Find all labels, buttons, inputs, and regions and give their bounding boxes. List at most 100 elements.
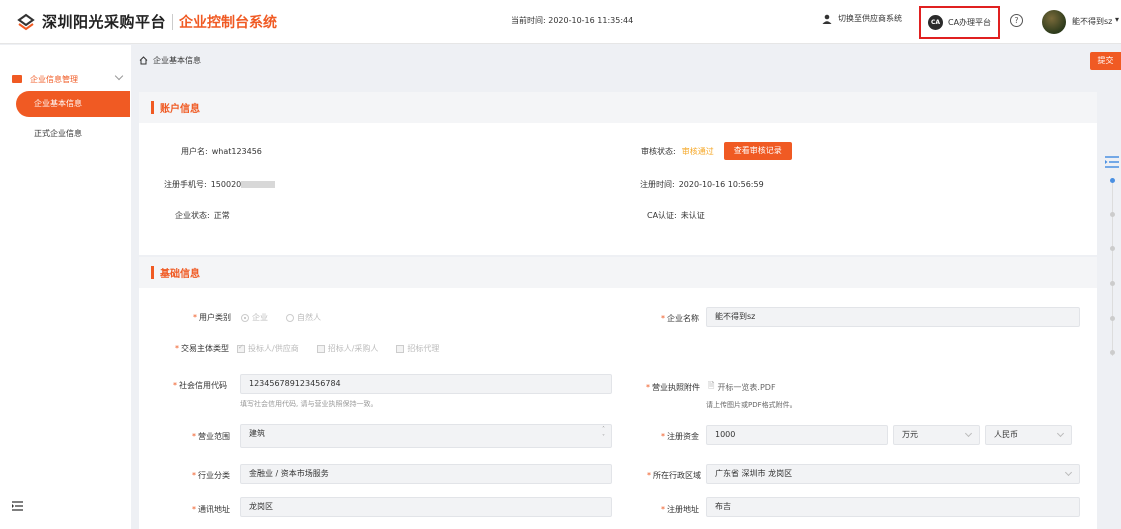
license-field: * 营业执照附件 🗎 开标一览表.PDF <box>646 380 776 394</box>
credit-code-label-wrap: * 社会信用代码 <box>173 380 227 391</box>
phone-label: 注册手机号: <box>164 180 207 189</box>
ca-icon: CA <box>928 15 943 30</box>
trade-type-label: 交易主体类型 <box>181 344 229 353</box>
navigator-dot[interactable] <box>1110 246 1115 251</box>
company-name-input[interactable]: 能不得到sz <box>706 307 1080 327</box>
reg-time-field: 注册时间: 2020-10-16 10:56:59 <box>640 179 764 190</box>
help-icon[interactable]: ? <box>1010 14 1023 27</box>
account-info-header: 账户信息 <box>139 92 1097 123</box>
industry-select[interactable]: 金融业 / 资本市场服务 <box>240 464 612 484</box>
chevron-down-icon <box>964 429 973 438</box>
trade-type-option-purchaser[interactable]: 招标人/采购人 <box>316 343 397 354</box>
avatar[interactable] <box>1042 10 1066 34</box>
capital-unit-select[interactable]: 万元 <box>893 425 980 445</box>
radio-icon <box>286 313 294 322</box>
scope-value: 建筑 <box>249 429 265 438</box>
submit-button[interactable]: 提交 <box>1090 52 1121 70</box>
region-value: 广东省 深圳市 龙岗区 <box>715 469 793 478</box>
capital-input[interactable]: 1000 <box>706 425 888 445</box>
user-type-option-company[interactable]: 企业 <box>241 312 286 323</box>
navigator-dot[interactable] <box>1110 178 1115 183</box>
navigator-dot[interactable] <box>1110 316 1115 321</box>
license-hint: 请上传图片或PDF格式附件。 <box>706 401 797 409</box>
chevron-down-icon <box>114 71 124 81</box>
ca-platform-label: CA办理平台 <box>948 18 992 27</box>
section-marker <box>151 101 154 114</box>
collapse-menu-icon[interactable] <box>12 501 23 511</box>
section-title: 基础信息 <box>160 269 200 280</box>
username-field: 用户名: what123456 <box>181 146 262 157</box>
scope-textarea[interactable]: 建筑 ˄ ˅ <box>240 424 612 448</box>
folder-icon <box>12 75 22 83</box>
trade-type-option-supplier[interactable]: 投标人/供应商 <box>237 343 317 354</box>
sidebar-item-basic-info[interactable]: 企业基本信息 <box>16 91 130 117</box>
sidebar-group-company-info[interactable]: 企业信息管理 <box>12 71 128 87</box>
logo-icon <box>17 13 35 30</box>
company-name-label-wrap: * 企业名称 <box>661 313 699 324</box>
region-select[interactable]: 广东省 深圳市 龙岗区 <box>706 464 1080 484</box>
reg-time-label: 注册时间: <box>640 180 675 189</box>
navigator-dot[interactable] <box>1110 212 1115 217</box>
switch-system-label: 切换至供应商系统 <box>838 14 902 23</box>
current-time: 当前时间: 2020-10-16 11:35:44 <box>511 16 634 25</box>
user-type-option-person[interactable]: 自然人 <box>286 312 339 323</box>
breadcrumb-current: 企业基本信息 <box>153 56 201 65</box>
chevron-down-icon <box>1056 429 1065 438</box>
region-label-wrap: * 所在行政区域 <box>647 470 701 481</box>
credit-code-input[interactable]: 123456789123456784 <box>240 374 612 394</box>
checkbox-icon <box>396 344 405 353</box>
audit-status-label: 审核状态: <box>641 146 676 156</box>
account-info-card: 账户信息 <box>139 92 1097 255</box>
user-icon <box>822 14 832 24</box>
logo: 深圳阳光采购平台 企业控制台系统 <box>16 11 277 32</box>
trade-type-option-agent[interactable]: 招标代理 <box>396 343 457 354</box>
home-icon[interactable] <box>139 56 148 65</box>
ca-platform-button[interactable]: CA CA办理平台 <box>919 6 1000 39</box>
file-icon: 🗎 <box>708 381 715 390</box>
required-mark: * <box>647 471 651 480</box>
user-type-field: * 用户类别 企业 自然人 <box>193 312 339 323</box>
reg-address-label-wrap: * 注册地址 <box>661 504 699 515</box>
navigator-track <box>1112 180 1113 356</box>
navigator-dot[interactable] <box>1110 281 1115 286</box>
username[interactable]: 能不得到sz <box>1072 16 1112 27</box>
sidebar-group-label: 企业信息管理 <box>30 74 78 84</box>
chevron-down-icon <box>1064 468 1073 477</box>
scroll-arrows-icon[interactable]: ˄ ˅ <box>602 426 605 442</box>
audit-status-value: 审核通过 <box>681 146 714 156</box>
reg-address-input[interactable]: 布吉 <box>706 497 1080 517</box>
sidebar-item-formal-info[interactable]: 正式企业信息 <box>34 128 82 139</box>
currency-select[interactable]: 人民币 <box>985 425 1072 445</box>
required-mark: * <box>193 313 197 322</box>
required-mark: * <box>192 471 196 480</box>
navigator-dot[interactable] <box>1110 350 1115 355</box>
switch-system-link[interactable]: 切换至供应商系统 <box>822 13 902 24</box>
credit-code-label: 社会信用代码 <box>179 381 227 390</box>
required-mark: * <box>173 381 177 390</box>
company-name-label: 企业名称 <box>667 314 699 323</box>
brand-name: 深圳阳光采购平台 <box>42 13 167 31</box>
view-audit-records-button[interactable]: 查看审核记录 <box>723 142 792 160</box>
top-bar: 深圳阳光采购平台 企业控制台系统 当前时间: 2020-10-16 11:35:… <box>0 0 1121 44</box>
required-mark: * <box>175 344 179 353</box>
user-type-label: 用户类别 <box>199 313 231 322</box>
section-title: 账户信息 <box>160 104 200 115</box>
address-label: 通讯地址 <box>198 505 230 514</box>
breadcrumb: 企业基本信息 <box>139 55 201 66</box>
credit-code-hint: 填写社会信用代码, 请与营业执照保持一致。 <box>240 400 378 408</box>
ca-cert-field: CA认证: 未认证 <box>647 210 705 221</box>
system-name: 企业控制台系统 <box>179 14 278 31</box>
phone-mask <box>241 181 276 188</box>
trade-type-field: * 交易主体类型 投标人/供应商 招标人/采购人 招标代理 <box>175 343 457 354</box>
caret-down-icon[interactable]: ▾ <box>1115 15 1119 24</box>
address-input[interactable]: 龙岗区 <box>240 497 612 517</box>
license-file-link[interactable]: 开标一览表.PDF <box>717 382 775 393</box>
section-navigator <box>1100 152 1121 362</box>
company-status-label: 企业状态: <box>175 211 210 220</box>
username-value: what123456 <box>211 147 262 156</box>
phone-value: 150020 <box>210 180 242 189</box>
capital-unit-value: 万元 <box>902 430 918 439</box>
ca-cert-value: 未认证 <box>680 211 705 220</box>
scope-label: 营业范围 <box>198 432 230 441</box>
outline-icon[interactable] <box>1105 156 1119 168</box>
